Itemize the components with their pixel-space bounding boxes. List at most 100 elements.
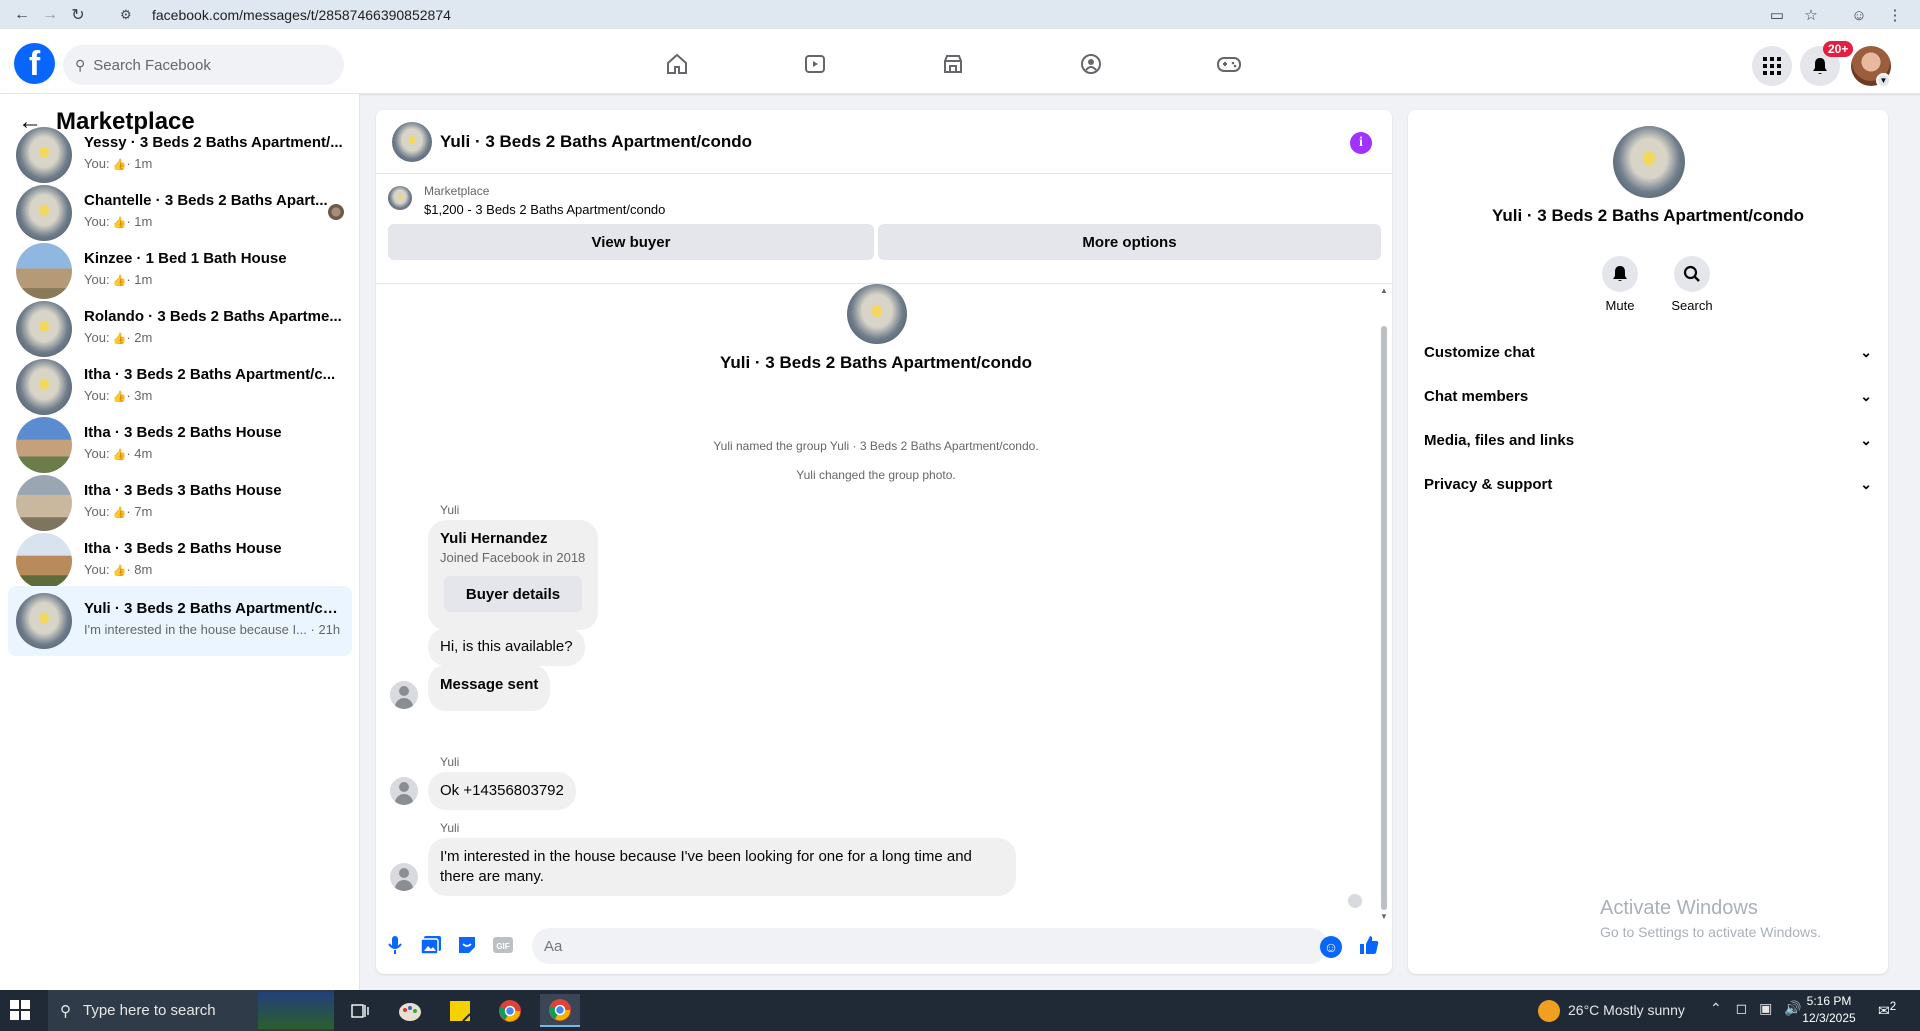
preview-prefix: You: [84, 214, 110, 229]
conversation-name: Itha · 3 Beds 2 Baths House [84, 540, 282, 557]
device-icon[interactable]: ◻ [1736, 1000, 1748, 1016]
microphone-icon[interactable] [384, 934, 406, 956]
address-bar[interactable]: ⚙ facebook.com/messages/t/28587466390852… [120, 2, 1820, 27]
menu-dots-icon[interactable]: ⋮ [1884, 4, 1906, 26]
system-tray[interactable]: ⌃ ◻ ▣ 🔊 [1710, 1000, 1802, 1017]
conversation-avatar [16, 243, 72, 299]
conversation-avatar [16, 127, 72, 183]
conversation-preview: You: 👍· 3m [84, 388, 344, 403]
conversation-preview: You: 👍· 1m [84, 156, 344, 171]
message-bubble[interactable]: Hi, is this available? [428, 628, 585, 666]
chat-members-section[interactable]: Chat members ⌄ [1424, 378, 1872, 414]
conversation-name: Itha · 3 Beds 3 Baths House [84, 482, 282, 499]
message-bubble[interactable]: I'm interested in the house because I've… [428, 838, 1016, 896]
conversation-avatar [16, 301, 72, 357]
site-info-icon[interactable]: ⚙ [120, 7, 140, 23]
conversation-avatar [16, 417, 72, 473]
listing-thumbnail [388, 186, 412, 210]
gif-icon[interactable]: GIF [492, 934, 514, 956]
conversation-avatar [16, 185, 72, 241]
info-icon[interactable]: i [1350, 132, 1372, 154]
conversation-name: Itha · 3 Beds 2 Baths Apartment/c... [84, 366, 336, 383]
groups-icon[interactable] [1076, 49, 1106, 79]
facebook-logo[interactable]: f [14, 43, 55, 84]
sticker-icon[interactable] [456, 934, 478, 956]
media-files-links-section[interactable]: Media, files and links ⌄ [1424, 422, 1872, 458]
weather-text[interactable]: 26°C Mostly sunny [1568, 1002, 1685, 1018]
more-options-button[interactable]: More options [878, 224, 1381, 260]
message-bubble[interactable]: Ok +14356803792 [428, 772, 576, 810]
windows-start-icon[interactable] [10, 1000, 30, 1020]
search-placeholder: Search Facebook [93, 56, 211, 74]
like-thumb-icon: 👍 [109, 391, 127, 403]
menu-grid-icon[interactable] [1752, 46, 1792, 86]
profile-icon[interactable]: ☺ [1848, 4, 1870, 26]
chat-window: Yuli · 3 Beds 2 Baths Apartment/condo i … [376, 110, 1392, 974]
home-icon[interactable] [662, 49, 692, 79]
back-arrow-icon[interactable]: ← [8, 1, 36, 29]
search-in-chat-button[interactable]: Search [1662, 256, 1722, 313]
chrome-active-icon[interactable] [540, 994, 580, 1027]
chat-title[interactable]: Yuli · 3 Beds 2 Baths Apartment/condo [440, 132, 752, 152]
section-label: Customize chat [1424, 343, 1535, 361]
bookmark-star-icon[interactable]: ☆ [1800, 4, 1822, 26]
conversation-preview: You: 👍· 8m [84, 562, 344, 577]
preview-time: · 1m [126, 214, 153, 229]
scrollbar-thumb[interactable] [1381, 326, 1387, 910]
chrome-icon[interactable] [490, 994, 530, 1027]
scroll-up-arrow-icon[interactable]: ▲ [1380, 286, 1388, 295]
emoji-icon[interactable]: ☺ [1320, 936, 1342, 958]
paint-app-icon[interactable] [390, 994, 430, 1027]
conversation-item[interactable]: Yuli · 3 Beds 2 Baths Apartment/co... I'm… [8, 586, 352, 656]
video-icon[interactable] [800, 49, 830, 79]
conversation-name: Rolando · 3 Beds 2 Baths Apartme... [84, 308, 342, 325]
chat-name: Yuli · 3 Beds 2 Baths Apartment/condo [1491, 206, 1805, 225]
conversation-name: Yessy · 3 Beds 2 Baths Apartment/... [84, 134, 343, 151]
view-buyer-button[interactable]: View buyer [388, 224, 874, 260]
search-highlight-image[interactable] [258, 992, 334, 1029]
mute-button[interactable]: Mute [1590, 256, 1650, 313]
sticky-notes-icon[interactable] [440, 994, 480, 1027]
network-icon[interactable]: ▣ [1759, 1000, 1772, 1016]
conversation-name: Chantelle · 3 Beds 2 Baths Apart... [84, 192, 328, 209]
conversation-preview: I'm interested in the house because I...… [84, 622, 341, 637]
privacy-support-section[interactable]: Privacy & support ⌄ [1424, 466, 1872, 502]
notification-center-icon[interactable]: ✉2 [1878, 1000, 1896, 1020]
reload-icon[interactable]: ↻ [64, 1, 92, 29]
task-view-icon[interactable] [340, 994, 380, 1027]
preview-prefix: You: [84, 504, 110, 519]
buyer-card: Yuli Hernandez Joined Facebook in 2018 B… [428, 520, 598, 630]
marketplace-icon[interactable] [938, 49, 968, 79]
search-icon [1674, 256, 1710, 292]
sender-name: Yuli [440, 821, 460, 835]
listing-price-title[interactable]: $1,200 - 3 Beds 2 Baths Apartment/condo [424, 202, 665, 217]
sender-name: Yuli [440, 755, 460, 769]
sender-name: Yuli [440, 503, 460, 517]
preview-time: · 1m [126, 272, 153, 287]
sender-avatar [390, 863, 418, 891]
chevron-up-icon[interactable]: ⌃ [1710, 1000, 1722, 1016]
message-bubble[interactable]: Message sent [428, 665, 551, 711]
conversation-preview: You: 👍· 2m [84, 330, 344, 345]
buyer-details-button[interactable]: Buyer details [444, 576, 582, 612]
weather-icon[interactable] [1538, 1000, 1560, 1022]
install-app-icon[interactable]: ▭ [1766, 4, 1788, 26]
section-label: Media, files and links [1424, 431, 1575, 449]
photo-icon[interactable] [420, 934, 442, 956]
like-thumb-icon[interactable] [1358, 934, 1380, 956]
group-name: Yuli · 3 Beds 2 Baths Apartment/condo [719, 353, 1033, 372]
taskbar-clock[interactable]: 5:16 PM 12/3/2025 [1794, 993, 1864, 1027]
preview-prefix: You: [84, 446, 110, 461]
search-facebook-input[interactable]: ⚲ Search Facebook [63, 45, 344, 85]
customize-chat-section[interactable]: Customize chat ⌄ [1424, 334, 1872, 370]
message-scrollbar[interactable]: ▲ ▼ [1378, 286, 1390, 921]
gaming-icon[interactable] [1214, 49, 1244, 79]
message-input[interactable] [532, 928, 1328, 964]
search-icon: ⚲ [75, 56, 86, 73]
account-chevron-icon[interactable]: ▼ [1876, 73, 1891, 88]
like-thumb-icon: 👍 [109, 159, 127, 171]
chat-avatar[interactable] [392, 122, 432, 162]
preview-time: · 3m [126, 388, 153, 403]
like-thumb-icon: 👍 [109, 507, 127, 519]
forward-arrow-icon[interactable]: → [36, 1, 64, 29]
